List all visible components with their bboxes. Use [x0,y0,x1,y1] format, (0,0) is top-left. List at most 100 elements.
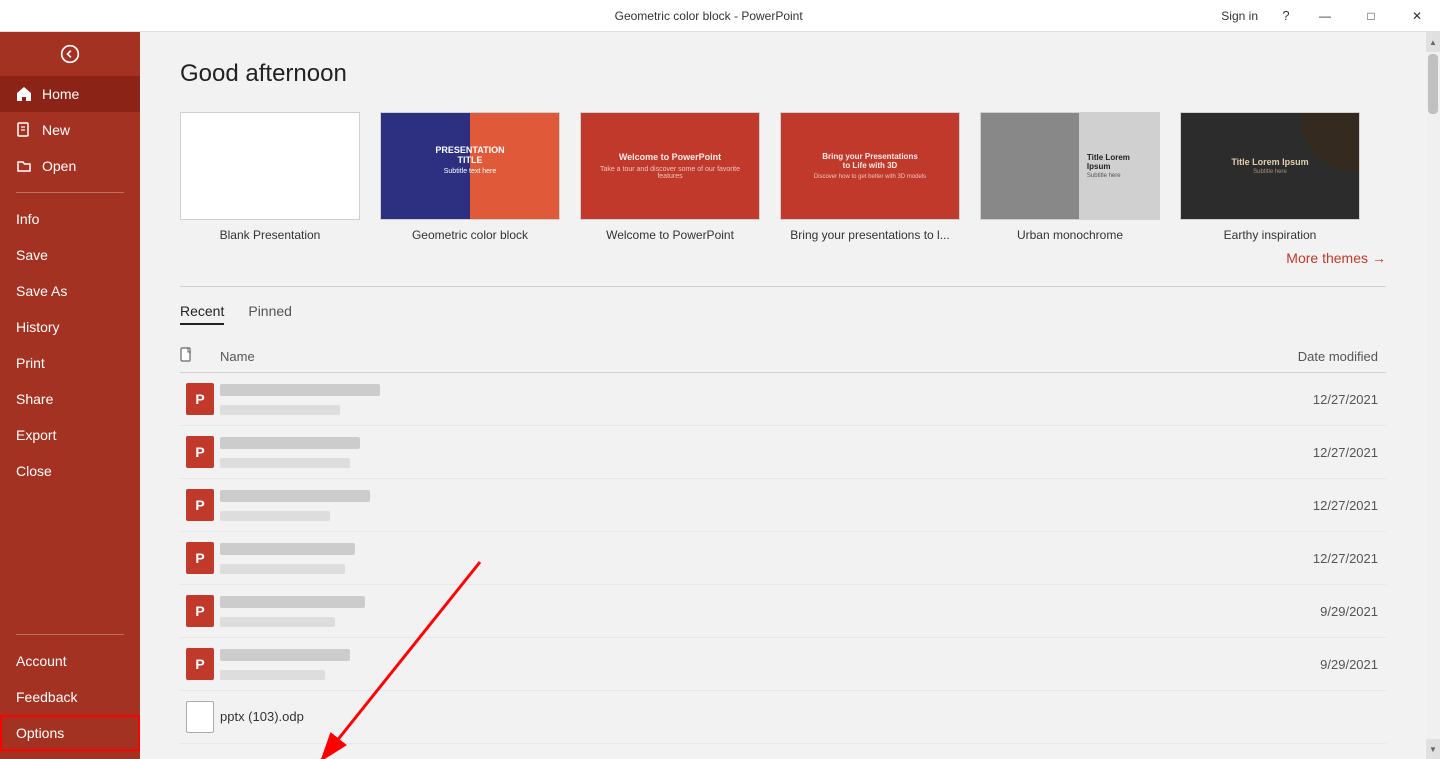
sidebar-item-save[interactable]: Save [0,237,140,273]
ppt-icon [186,595,214,627]
scrollbar[interactable]: ▲ ▼ [1426,32,1440,759]
file-name-blur [220,490,370,502]
ppt-icon [186,489,214,521]
file-list-header: Name Date modified [180,341,1386,373]
sidebar-save-label: Save [16,247,48,263]
header-date-col: Date modified [1226,349,1386,364]
signin-button[interactable]: Sign in [1209,9,1270,23]
file-row[interactable]: 12/27/2021 [180,532,1386,585]
template-bring3d[interactable]: Bring your Presentationsto Life with 3D … [780,112,960,242]
sidebar-item-export[interactable]: Export [0,417,140,453]
sidebar-item-saveas[interactable]: Save As [0,273,140,309]
file-row[interactable]: 12/27/2021 [180,373,1386,426]
file-header-icon [180,347,194,363]
sidebar-item-open[interactable]: Open [0,148,140,184]
sidebar-history-label: History [16,319,60,335]
template-thumb-welcome: Welcome to PowerPoint Take a tour and di… [580,112,760,220]
close-button[interactable]: ✕ [1394,0,1440,32]
scrollbar-up[interactable]: ▲ [1426,32,1440,52]
template-welcome[interactable]: Welcome to PowerPoint Take a tour and di… [580,112,760,242]
template-label-blank: Blank Presentation [220,228,321,242]
scrollbar-down[interactable]: ▼ [1426,739,1440,759]
scrollbar-track[interactable] [1426,52,1440,739]
template-thumb-urban: Title LoremIpsum Subtitle here [980,112,1160,220]
file-path-blur [220,670,325,680]
back-icon [60,44,80,64]
template-label-welcome: Welcome to PowerPoint [606,228,734,242]
sidebar-divider-bottom [16,634,124,635]
main-content: Good afternoon Blank Presentation PRESEN… [140,32,1426,759]
sidebar-home-label: Home [42,86,79,102]
sidebar-open-label: Open [42,158,76,174]
ppt-icon [186,542,214,574]
template-thumb-blank [180,112,360,220]
sidebar-info-label: Info [16,211,39,227]
blank-file-icon [186,701,214,733]
template-urban[interactable]: Title LoremIpsum Subtitle here Urban mon… [980,112,1160,242]
template-blank[interactable]: Blank Presentation [180,112,360,242]
sidebar-item-info[interactable]: Info [0,201,140,237]
sidebar-saveas-label: Save As [16,283,67,299]
ppt-icon [186,648,214,680]
file-row[interactable]: 9/29/2021 [180,585,1386,638]
sidebar-item-close[interactable]: Close [0,453,140,489]
sidebar-bottom: Account Feedback Options [0,626,140,759]
file-path-blur [220,458,350,468]
sidebar-item-account[interactable]: Account [0,643,140,679]
header-name-col: Name [220,349,1226,364]
template-thumb-geo: PRESENTATIONTITLESubtitle text here [380,112,560,220]
sidebar-item-home[interactable]: Home [0,76,140,112]
template-label-bring3d: Bring your presentations to l... [790,228,949,242]
sidebar-item-new[interactable]: New [0,112,140,148]
ppt-icon [186,383,214,415]
file-row[interactable]: 12/27/2021 [180,479,1386,532]
more-themes-arrow: → [1372,250,1386,266]
file-row-last[interactable]: pptx (103).odp [180,691,1386,744]
template-earthy[interactable]: Title Lorem Ipsum Subtitle here Earthy i… [1180,112,1360,242]
sidebar-item-options[interactable]: Options [0,715,140,751]
titlebar-title: Geometric color block - PowerPoint [208,9,1209,23]
sidebar-options-label: Options [16,725,64,741]
template-label-urban: Urban monochrome [1017,228,1123,242]
tabs-row: Recent Pinned [180,303,1386,325]
home-icon [16,86,32,102]
sidebar-item-feedback[interactable]: Feedback [0,679,140,715]
file-row[interactable]: 9/29/2021 [180,638,1386,691]
maximize-button[interactable]: □ [1348,0,1394,32]
titlebar: Geometric color block - PowerPoint Sign … [0,0,1440,32]
sidebar: Home New Open Info Save Save As [0,32,140,759]
file-name-blur [220,596,365,608]
file-name-blur [220,543,355,555]
sidebar-export-label: Export [16,427,56,443]
template-label-earthy: Earthy inspiration [1224,228,1317,242]
more-themes-link[interactable]: More themes → [1286,250,1386,266]
header-icon-col [180,347,220,366]
back-button[interactable] [0,32,140,76]
more-themes-label: More themes [1286,250,1368,266]
file-name-text: pptx (103).odp [220,709,304,724]
scrollbar-thumb[interactable] [1428,54,1438,114]
greeting: Good afternoon [180,60,1386,88]
sidebar-item-history[interactable]: History [0,309,140,345]
template-label-geo: Geometric color block [412,228,528,242]
ppt-icon [186,436,214,468]
more-themes-row: More themes → [180,250,1386,266]
app-body: Home New Open Info Save Save As [0,32,1440,759]
sidebar-divider [16,192,124,193]
file-row[interactable]: 12/27/2021 [180,426,1386,479]
sidebar-item-share[interactable]: Share [0,381,140,417]
tab-recent[interactable]: Recent [180,303,224,325]
minimize-button[interactable]: — [1302,0,1348,32]
sidebar-share-label: Share [16,391,53,407]
file-list: Name Date modified 12/27/2021 [180,341,1386,744]
titlebar-controls: Sign in ? — □ ✕ [1209,0,1440,32]
help-button[interactable]: ? [1270,0,1302,32]
file-path-blur [220,617,335,627]
sidebar-item-print[interactable]: Print [0,345,140,381]
tab-pinned[interactable]: Pinned [248,303,292,325]
sidebar-new-label: New [42,122,70,138]
file-name-blur [220,384,380,396]
template-geo[interactable]: PRESENTATIONTITLESubtitle text here Geom… [380,112,560,242]
template-thumb-earthy: Title Lorem Ipsum Subtitle here [1180,112,1360,220]
sidebar-feedback-label: Feedback [16,689,77,705]
